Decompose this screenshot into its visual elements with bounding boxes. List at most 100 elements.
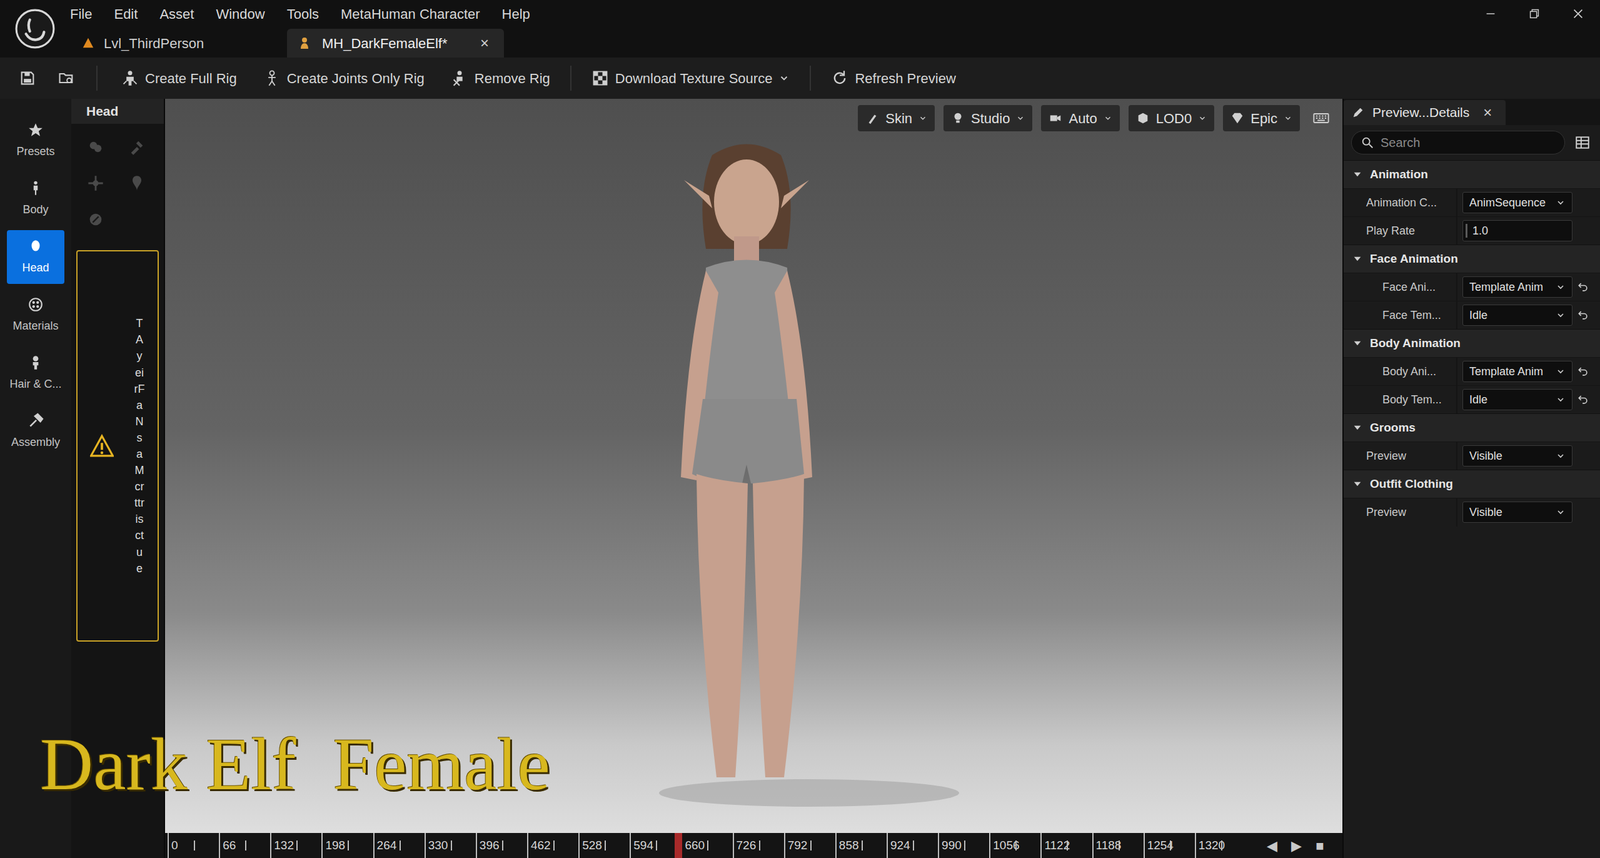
property-label: Body Ani...	[1343, 363, 1457, 381]
reset-slot	[1572, 191, 1594, 214]
chevron-down-icon	[1555, 394, 1566, 405]
warning-box: TAyeirFaNsaMcrttrisctue	[76, 250, 159, 642]
reset-slot[interactable]	[1572, 276, 1594, 298]
section-header[interactable]: Body Animation	[1343, 328, 1600, 358]
transport-button[interactable]: ■	[1315, 835, 1324, 856]
column-divider	[1456, 301, 1458, 330]
category-button[interactable]: Presets	[6, 113, 65, 168]
close-button[interactable]	[1556, 1, 1600, 27]
dropdown[interactable]: Idle	[1462, 304, 1573, 326]
minor-tick	[810, 840, 812, 851]
dropdown[interactable]: Visible	[1462, 445, 1573, 467]
playhead[interactable]	[674, 832, 683, 858]
viewport-dropdown-label: Epic	[1250, 108, 1278, 129]
close-icon	[1571, 6, 1585, 21]
column-divider	[1456, 385, 1458, 414]
menu-item[interactable]: Window	[215, 3, 265, 25]
toolbar-button[interactable]: Download Texture Source	[585, 63, 797, 94]
menu-item[interactable]: Edit	[113, 3, 138, 25]
details-close-button[interactable]: ×	[1476, 101, 1499, 124]
tick-label: 1122	[1044, 836, 1070, 855]
toolbar: Create Full Rig Create Joints Only Rig Rem…	[0, 57, 1600, 99]
view-options-button[interactable]	[1572, 132, 1593, 153]
dropdown[interactable]: Template Anim	[1462, 276, 1573, 298]
viewport-dropdown[interactable]: Epic	[1222, 105, 1300, 132]
toolbar-button[interactable]: Refresh Preview	[824, 63, 962, 94]
viewport-dropdown[interactable]: LOD0	[1128, 105, 1215, 132]
table-icon	[1574, 134, 1591, 151]
category-button[interactable]: Materials	[6, 288, 65, 343]
menu-item[interactable]: Help	[502, 3, 531, 25]
head-tool-button[interactable]	[80, 205, 112, 234]
viewport-dropdown[interactable]: Auto	[1041, 105, 1120, 132]
blend-icon	[86, 138, 105, 156]
minor-tick	[964, 840, 966, 851]
timeline-track[interactable]: 0661321982643303964625285946607267928589…	[167, 832, 1247, 858]
category-label: Head	[21, 259, 49, 277]
minor-tick	[912, 840, 915, 851]
timeline-tick: 132	[270, 832, 322, 858]
head-tool-button[interactable]	[121, 168, 153, 198]
texture-icon	[591, 69, 609, 87]
separator	[809, 65, 811, 91]
timeline-tick: 858	[835, 832, 887, 858]
reset-slot[interactable]	[1572, 360, 1594, 383]
timeline-tick: 990	[937, 832, 990, 858]
chevron-down-icon	[1555, 197, 1566, 208]
number-field[interactable]: 1.0	[1462, 220, 1573, 242]
section-header[interactable]: Face Animation	[1343, 244, 1600, 273]
tick-label: 858	[839, 836, 860, 855]
reset-slot	[1572, 445, 1594, 467]
viewport-dropdown[interactable]: Skin	[857, 105, 935, 132]
minimize-icon	[1483, 6, 1498, 21]
search-box[interactable]	[1351, 130, 1565, 155]
editor-tab[interactable]: Lvl_ThirdPerson	[70, 28, 287, 58]
toolbar-button[interactable]: Remove Rig	[444, 63, 557, 94]
details-tab[interactable]: Preview...Details×	[1343, 100, 1506, 126]
menu-item[interactable]: MetaHuman Character	[340, 3, 481, 25]
menu-item[interactable]: Tools	[286, 3, 319, 25]
head-tool-button[interactable]	[80, 168, 112, 198]
head-tool-button[interactable]	[80, 132, 112, 162]
category-button[interactable]: Hair & C...	[6, 346, 65, 401]
tab-close-button[interactable]: ×	[476, 31, 493, 55]
details-tab-bar: Preview...Details×	[1343, 98, 1600, 126]
transport-button[interactable]: ◀	[1266, 835, 1278, 856]
category-button[interactable]: Head	[6, 230, 65, 284]
dropdown[interactable]: Idle	[1462, 388, 1573, 411]
restore-icon	[1527, 6, 1542, 21]
menu-item[interactable]: File	[70, 3, 92, 25]
restore-button[interactable]	[1512, 1, 1557, 27]
category-button[interactable]: Body	[6, 171, 65, 226]
minimize-button[interactable]	[1468, 1, 1513, 27]
browse-button[interactable]	[53, 65, 79, 91]
section-header[interactable]: Outfit Clothing	[1343, 469, 1600, 498]
viewport-dropdown[interactable]: Studio	[943, 105, 1033, 132]
timeline-tick: 924	[886, 832, 938, 858]
head-tool-button[interactable]	[121, 132, 153, 162]
camera-icon	[1048, 111, 1063, 126]
save-button[interactable]	[15, 65, 41, 91]
menu-item[interactable]: Asset	[159, 3, 194, 25]
dropdown[interactable]: Template Anim	[1462, 360, 1573, 383]
pencil-icon	[1351, 105, 1365, 120]
search-input[interactable]	[1380, 133, 1556, 152]
reset-slot[interactable]	[1572, 388, 1594, 411]
dropdown[interactable]: AnimSequence	[1462, 191, 1573, 214]
section-header[interactable]: Grooms	[1343, 413, 1600, 442]
viewport-dropdown-label: Studio	[971, 108, 1010, 129]
category-button[interactable]: Assembly	[6, 404, 65, 459]
timeline-tick: 66	[218, 832, 271, 858]
column-divider	[1456, 357, 1458, 386]
dropdown[interactable]: Visible	[1462, 501, 1573, 523]
toolbar-button[interactable]: Create Joints Only Rig	[256, 63, 431, 94]
toolbar-button[interactable]: Create Full Rig	[115, 63, 244, 94]
editor-tab[interactable]: MH_DarkFemaleElf*×	[286, 28, 504, 58]
transport-button[interactable]: ▶	[1291, 835, 1302, 856]
chevron-down-icon	[1283, 113, 1293, 123]
reset-slot[interactable]	[1572, 304, 1594, 326]
section-header[interactable]: Animation	[1343, 160, 1600, 189]
title-bar-content: File Edit Asset Window Tools MetaHuman Charac…	[70, 0, 1600, 58]
keyboard-button[interactable]	[1308, 105, 1334, 132]
expand-arrow-icon	[1352, 169, 1363, 180]
